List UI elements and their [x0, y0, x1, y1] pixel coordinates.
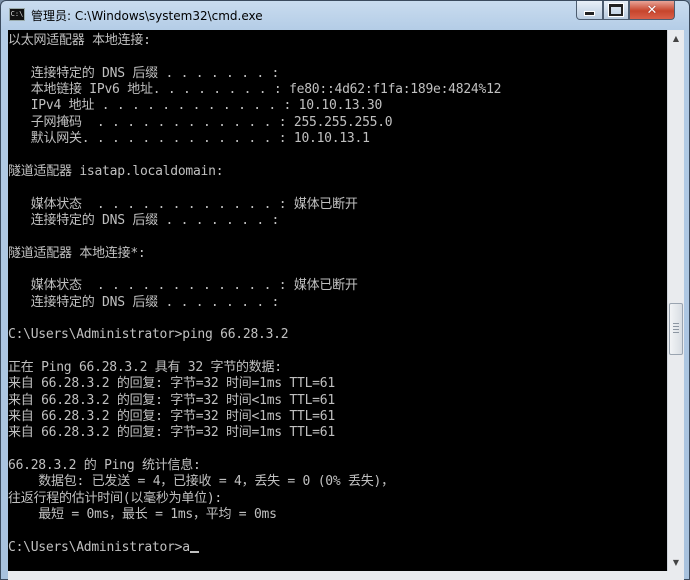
scroll-down-arrow-icon[interactable]: ▼ — [668, 554, 684, 571]
console-line: 66.28.3.2 的 Ping 统计信息: — [8, 458, 201, 474]
console-line: 隧道适配器 本地连接*: — [8, 245, 146, 261]
console-line: 数据包: 已发送 = 4，已接收 = 4，丢失 = 0 (0% 丢失)， — [8, 474, 394, 490]
command-prompt-line[interactable]: C:\Users\Administrator>a — [8, 540, 199, 556]
maximize-button[interactable] — [603, 1, 629, 20]
console-line: 连接特定的 DNS 后缀 . . . . . . . : — [8, 294, 280, 310]
console-line: 媒体状态 . . . . . . . . . . . . : 媒体已断开 — [8, 196, 358, 212]
console-line: 来自 66.28.3.2 的回复: 字节=32 时间<1ms TTL=61 — [8, 409, 335, 425]
console-line: C:\Users\Administrator>ping 66.28.3.2 — [8, 327, 289, 343]
console-line: 隧道适配器 isatap.localdomain: — [8, 163, 224, 179]
console-line: 本地链接 IPv6 地址. . . . . . . . : fe80::4d62… — [8, 82, 502, 98]
console-line: 默认网关. . . . . . . . . . . . . : 10.10.13… — [8, 131, 370, 147]
close-icon: ✕ — [646, 2, 658, 18]
console-line: IPv4 地址 . . . . . . . . . . . . : 10.10.… — [8, 98, 383, 114]
window-title: 管理员: C:\Windows\system32\cmd.exe — [31, 9, 263, 23]
minimize-button[interactable] — [576, 1, 603, 20]
cmd-app-icon[interactable]: C:\ — [9, 8, 25, 21]
scroll-up-arrow-icon[interactable]: ▲ — [668, 30, 684, 47]
console-line: 子网掩码 . . . . . . . . . . . . : 255.255.2… — [8, 114, 393, 130]
console-line: 来自 66.28.3.2 的回复: 字节=32 时间=1ms TTL=61 — [8, 425, 335, 441]
console-line: 媒体状态 . . . . . . . . . . . . : 媒体已断开 — [8, 278, 358, 294]
text-cursor — [189, 550, 199, 553]
console-line: 连接特定的 DNS 后缀 . . . . . . . : — [8, 65, 280, 81]
horizontal-scrollbar[interactable] — [8, 571, 684, 580]
vertical-scrollbar[interactable]: ▲ ▼ — [667, 30, 684, 571]
console-output[interactable]: 以太网适配器 本地连接: 连接特定的 DNS 后缀 . . . . . . . … — [8, 30, 667, 571]
grip-icon — [673, 323, 679, 334]
console-line: 以太网适配器 本地连接: — [8, 33, 151, 48]
close-button[interactable]: ✕ — [629, 1, 675, 20]
maximize-icon — [608, 3, 624, 17]
console-line: 来自 66.28.3.2 的回复: 字节=32 时间=1ms TTL=61 — [8, 376, 335, 392]
minimize-icon — [584, 11, 595, 16]
scrollbar-thumb[interactable] — [669, 303, 683, 355]
cmd-window: C:\ 管理员: C:\Windows\system32\cmd.exe ✕ 以… — [0, 0, 690, 580]
console-line: 来自 66.28.3.2 的回复: 字节=32 时间<1ms TTL=61 — [8, 392, 335, 408]
console-line: 最短 = 0ms，最长 = 1ms，平均 = 0ms — [8, 507, 277, 523]
console-line: 往返行程的估计时间(以毫秒为单位): — [8, 490, 222, 506]
console-line: 连接特定的 DNS 后缀 . . . . . . . : — [8, 212, 280, 228]
console-line: 正在 Ping 66.28.3.2 具有 32 字节的数据: — [8, 360, 282, 375]
